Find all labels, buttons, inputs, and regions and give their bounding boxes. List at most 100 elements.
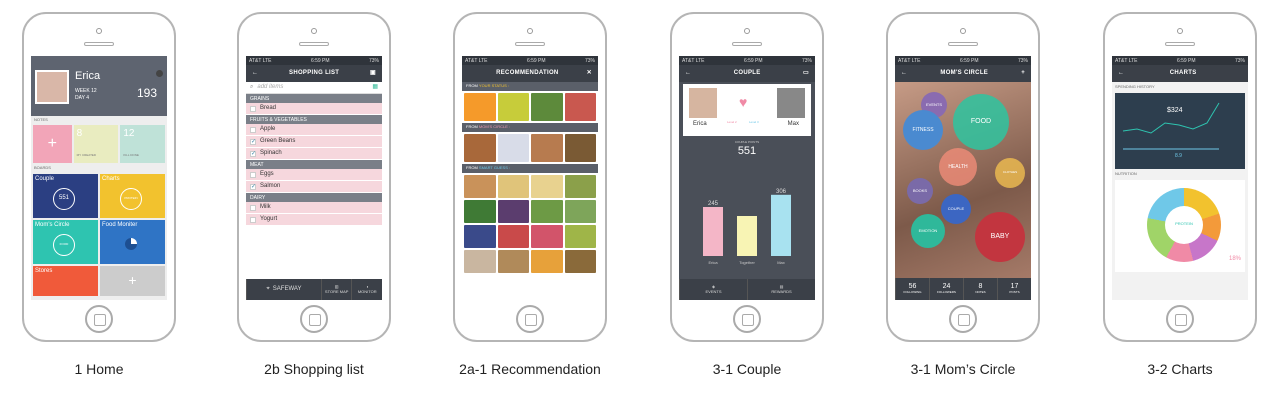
home-button[interactable] bbox=[516, 305, 544, 333]
stat-posts[interactable]: 17 POSTS bbox=[997, 278, 1031, 300]
tab-rewards[interactable]: ▤ REWARDS bbox=[747, 279, 815, 300]
food-photo[interactable] bbox=[531, 134, 563, 162]
bubble-books[interactable]: BOOKS bbox=[907, 178, 933, 204]
checkbox[interactable] bbox=[250, 171, 256, 178]
camera bbox=[1177, 28, 1183, 34]
bubble-couple[interactable]: COUPLE bbox=[941, 194, 971, 224]
add-icon[interactable]: + bbox=[1021, 70, 1025, 77]
checkbox[interactable] bbox=[250, 204, 256, 211]
bubble-emotion[interactable]: EMOTION bbox=[911, 214, 945, 248]
tab-events[interactable]: ◈ EVENTS bbox=[679, 279, 747, 300]
bar-erica[interactable] bbox=[703, 207, 723, 256]
tile-food-monitor[interactable]: Food Moniter bbox=[100, 219, 165, 264]
bubble-food[interactable]: FOOD bbox=[953, 94, 1009, 150]
food-photo[interactable] bbox=[531, 250, 563, 273]
home-button[interactable] bbox=[300, 305, 328, 333]
tab-monitor[interactable]: ◑ MONITOR bbox=[351, 279, 382, 300]
checkbox[interactable] bbox=[250, 126, 256, 133]
nutrition-donut[interactable]: PROTEIN bbox=[1147, 187, 1221, 262]
tile-couple[interactable]: Couple 551 bbox=[33, 173, 98, 218]
home-button[interactable] bbox=[1166, 305, 1194, 333]
home-button[interactable] bbox=[949, 305, 977, 333]
home-button[interactable] bbox=[733, 305, 761, 333]
tab-store-map[interactable]: ▥ STORE MAP bbox=[320, 279, 352, 300]
chat-icon[interactable]: ▭ bbox=[803, 70, 809, 77]
checkbox[interactable]: ✓ bbox=[250, 138, 256, 145]
boards-label: BOARDS bbox=[34, 164, 51, 170]
food-photo[interactable] bbox=[464, 250, 496, 273]
item-label: Green Beans bbox=[260, 137, 296, 144]
stat-following[interactable]: 56 FOLLOWING bbox=[895, 278, 929, 300]
food-photo[interactable] bbox=[531, 200, 563, 223]
list-item[interactable]: Bread bbox=[246, 103, 382, 115]
list-item[interactable]: ✓ Salmon bbox=[246, 181, 382, 193]
food-photo[interactable] bbox=[497, 175, 529, 198]
bubble-health[interactable]: HEALTH bbox=[939, 148, 977, 186]
bar-together[interactable] bbox=[737, 216, 757, 256]
list-item[interactable]: ✓ Green Beans bbox=[246, 136, 382, 148]
food-photo[interactable] bbox=[464, 200, 496, 223]
food-photo[interactable] bbox=[497, 134, 529, 162]
bubble-fitness[interactable]: FITNESS bbox=[903, 110, 943, 150]
close-icon[interactable]: ✕ bbox=[587, 70, 592, 77]
item-label: Eggs bbox=[260, 170, 274, 177]
checkbox[interactable]: ✓ bbox=[250, 150, 256, 157]
couple-header: ← COUPLE ▭ bbox=[679, 65, 815, 82]
mom-stats-bar: 56 FOLLOWING 24 FOLLOWERS 8 NOTES 17 POSTS bbox=[895, 278, 1031, 300]
notes-label: NOTES bbox=[34, 117, 48, 122]
food-photo[interactable] bbox=[564, 250, 596, 273]
list-item[interactable]: Yogurt bbox=[246, 214, 382, 226]
food-photo[interactable] bbox=[531, 93, 563, 121]
note-card[interactable]: 8 MY CREATED bbox=[73, 124, 119, 163]
checkbox[interactable] bbox=[250, 105, 256, 112]
tile-moms-circle[interactable]: Mom's Circle FOOD bbox=[33, 219, 98, 264]
list-item[interactable]: Eggs bbox=[246, 169, 382, 181]
avatar[interactable] bbox=[35, 70, 69, 104]
food-photo[interactable] bbox=[531, 225, 563, 248]
spending-chart: $324 8.9 bbox=[1115, 92, 1245, 169]
avatar-erica[interactable] bbox=[689, 88, 717, 118]
stat-notes[interactable]: 8 NOTES bbox=[963, 278, 997, 300]
camera bbox=[311, 28, 317, 34]
food-photo[interactable] bbox=[464, 93, 496, 121]
food-photo[interactable] bbox=[564, 93, 596, 121]
store-selector[interactable]: ⌖ SAFEWAY bbox=[246, 279, 321, 300]
add-items-input[interactable]: add items bbox=[257, 84, 368, 91]
avatar-max[interactable] bbox=[777, 88, 805, 118]
home-button[interactable] bbox=[85, 305, 113, 333]
bubble-clothes[interactable]: CLOTHES bbox=[995, 158, 1025, 188]
bar-max[interactable] bbox=[771, 194, 791, 256]
food-photo[interactable] bbox=[464, 225, 496, 248]
food-photo[interactable] bbox=[497, 200, 529, 223]
notification-icon[interactable] bbox=[156, 70, 163, 77]
couple-card: Erica Max ♥ Level 2 Level 3 bbox=[683, 84, 811, 136]
food-photo[interactable] bbox=[564, 134, 596, 162]
food-photo[interactable] bbox=[564, 225, 596, 248]
scan-icon[interactable]: ▦ bbox=[372, 84, 378, 91]
checkbox[interactable]: ✓ bbox=[250, 183, 256, 190]
food-photo[interactable] bbox=[564, 200, 596, 223]
checkbox[interactable] bbox=[250, 216, 256, 223]
note-card[interactable]: 12 KILL DONE bbox=[120, 124, 166, 163]
cart-icon[interactable]: ▣ bbox=[370, 70, 376, 77]
food-photo[interactable] bbox=[497, 250, 529, 273]
food-photo[interactable] bbox=[497, 225, 529, 248]
food-photo[interactable] bbox=[531, 175, 563, 198]
tile-charts[interactable]: Charts PROTEIN bbox=[100, 173, 165, 218]
stat-followers[interactable]: 24 FOLLOWERS bbox=[929, 278, 963, 300]
food-photo[interactable] bbox=[564, 175, 596, 198]
list-item[interactable]: Apple bbox=[246, 124, 382, 136]
food-photo[interactable] bbox=[464, 134, 496, 162]
bubble-baby[interactable]: BABY bbox=[975, 212, 1025, 262]
tile-stores[interactable]: Stores bbox=[33, 265, 98, 296]
list-item[interactable]: ✓ Spinach bbox=[246, 148, 382, 160]
add-items-bar: ⌕ add items ▦ bbox=[246, 82, 382, 94]
food-photo[interactable] bbox=[464, 175, 496, 198]
speaker bbox=[1165, 42, 1195, 46]
list-item[interactable]: Milk bbox=[246, 202, 382, 214]
add-note-button[interactable]: + bbox=[33, 124, 72, 163]
add-board-button[interactable]: + bbox=[100, 265, 165, 296]
shopping-screen: AT&T LTE 6:59 PM 73% ← SHOPPING LIST ▣ ⌕ add… bbox=[246, 56, 382, 300]
caption-shopping: 2b Shopping list bbox=[264, 361, 364, 377]
food-photo[interactable] bbox=[497, 93, 529, 121]
